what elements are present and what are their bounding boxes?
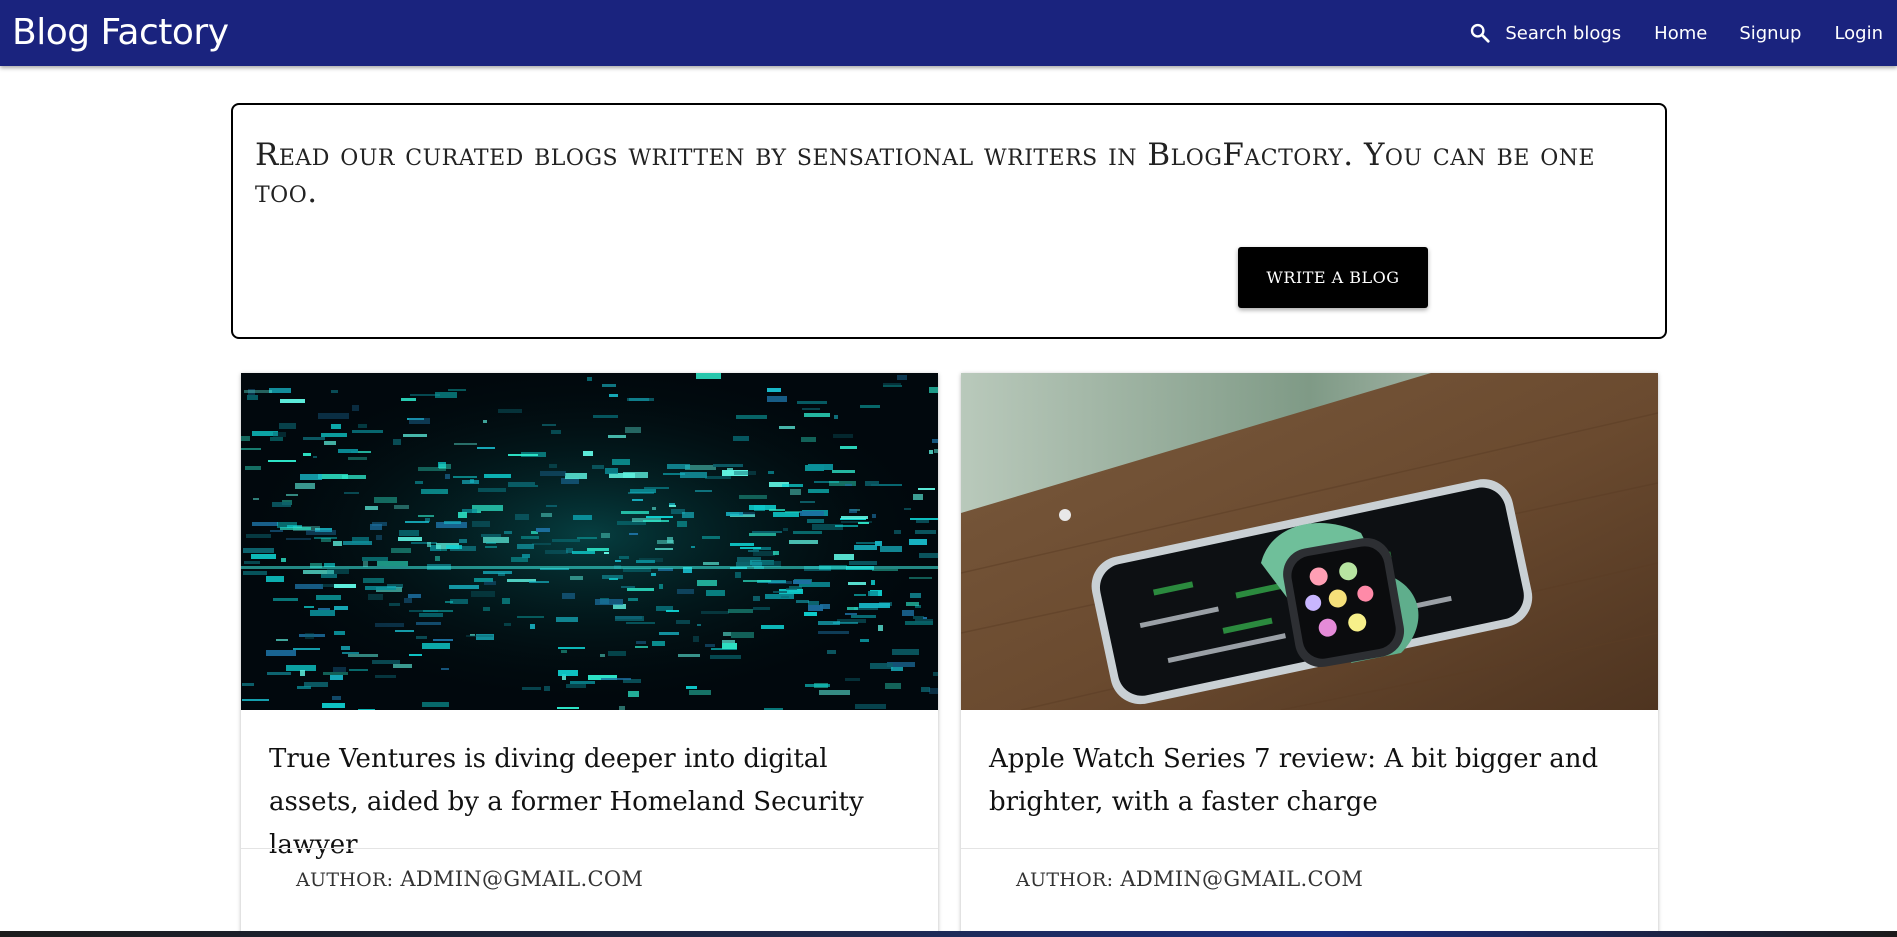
author-email: ADMIN@GMAIL.COM	[1120, 867, 1364, 891]
search-blogs-label: Search blogs	[1505, 22, 1622, 44]
blog-card-author: AUTHOR: ADMIN@GMAIL.COM	[1016, 867, 1363, 891]
nav-menu: Search blogs Home Signup Login	[1469, 0, 1883, 66]
search-blogs-link[interactable]: Search blogs	[1469, 22, 1621, 44]
blog-card[interactable]: Apple Watch Series 7 review: A bit bigge…	[961, 373, 1658, 937]
blog-card[interactable]: True Ventures is diving deeper into digi…	[241, 373, 938, 937]
author-label: AUTHOR:	[296, 869, 394, 891]
author-email: ADMIN@GMAIL.COM	[400, 867, 644, 891]
top-navbar: Blog Factory Search blogs Home Signup Lo…	[0, 0, 1897, 66]
digital-glitch-image	[241, 373, 938, 710]
brand-logo[interactable]: Blog Factory	[12, 11, 229, 55]
nav-home-link[interactable]: Home	[1654, 23, 1707, 44]
blog-card-author: AUTHOR: ADMIN@GMAIL.COM	[296, 867, 643, 891]
hero-banner: Read our curated blogs written by sensat…	[231, 103, 1667, 339]
write-blog-button[interactable]: WRITE A BLOG	[1238, 247, 1428, 308]
author-label: AUTHOR:	[1016, 869, 1114, 891]
nav-signup-link[interactable]: Signup	[1739, 23, 1801, 44]
card-divider	[961, 848, 1658, 849]
card-divider	[241, 848, 938, 849]
nav-login-link[interactable]: Login	[1834, 23, 1883, 44]
blog-card-image[interactable]	[241, 373, 938, 710]
blog-card-image[interactable]	[961, 373, 1658, 710]
hero-tagline: Read our curated blogs written by sensat…	[255, 137, 1596, 210]
search-icon	[1471, 23, 1490, 43]
bottom-edge-bar	[0, 931, 1897, 937]
apple-watch-on-phone-image	[961, 373, 1658, 710]
blog-card-title[interactable]: Apple Watch Series 7 review: A bit bigge…	[989, 738, 1639, 824]
